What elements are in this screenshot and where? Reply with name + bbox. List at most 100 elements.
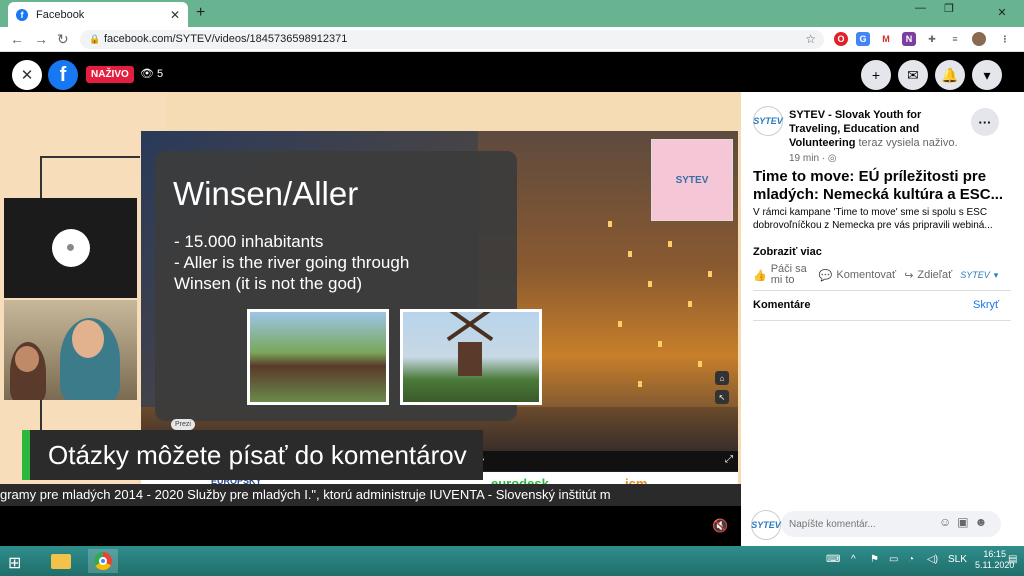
- video-player[interactable]: ✕ f NAŽIVO 👁 5 ● Winsen/Aller - 15.000 i…: [0, 52, 741, 546]
- comment-icon: 💬: [818, 269, 833, 282]
- post-author: SYTEV - Slovak Youth for Traveling, Educ…: [789, 108, 969, 150]
- share-icon: ↪: [904, 269, 914, 282]
- notifications-icon[interactable]: 🔔: [935, 60, 965, 90]
- lock-icon: 🔒: [89, 34, 101, 44]
- comment-button[interactable]: 💬 Komentovať: [819, 269, 896, 282]
- post-actions: 👍 Páči sa mi to 💬 Komentovať ↪ Zdieľať S…: [753, 262, 1015, 288]
- news-ticker: gramy pre mladých 2014 - 2020 Služby pre…: [0, 484, 741, 506]
- close-video-icon[interactable]: ✕: [12, 60, 42, 90]
- prezi-badge: Prezi: [171, 419, 195, 430]
- browser-tab[interactable]: f Facebook ✕: [8, 2, 188, 27]
- post-time[interactable]: 19 min: [789, 153, 819, 164]
- browser-toolbar: ← → ↻ 🔒 facebook.com/SYTEV/videos/184573…: [0, 27, 1024, 52]
- restore-icon[interactable]: ❐: [944, 2, 954, 15]
- caption-banner: Otázky môžete písať do komentárov: [22, 430, 483, 480]
- panel-header: + ✉ 🔔 ▾: [741, 52, 1024, 92]
- close-window-icon[interactable]: ✕: [980, 0, 1024, 25]
- divider: [753, 320, 1011, 321]
- user-placeholder-icon: ●: [51, 229, 90, 267]
- post-as-selector[interactable]: SYTEV ▾: [960, 270, 998, 281]
- comment-label: Komentovať: [836, 269, 897, 281]
- viewer-count: 👁 5: [140, 67, 164, 81]
- share-button[interactable]: ↪ Zdieľať: [904, 269, 952, 282]
- divider: [753, 290, 1011, 291]
- emoji-icon[interactable]: ☺: [939, 515, 957, 529]
- comments-header: Komentáre: [753, 299, 811, 311]
- reload-icon[interactable]: ↻: [57, 31, 69, 48]
- tray-chevron-icon[interactable]: ^: [851, 554, 856, 565]
- slide-title: Winsen/Aller: [173, 175, 359, 212]
- volume-icon[interactable]: ◁): [927, 554, 938, 565]
- hide-comments-link[interactable]: Skryť: [973, 299, 999, 311]
- keyboard-icon[interactable]: ⌨: [826, 554, 840, 565]
- post-title: Time to move: EÚ príležitosti pre mladýc…: [753, 168, 1004, 203]
- tab-title: Facebook: [36, 8, 85, 21]
- participant-2-face: [72, 320, 104, 358]
- profile-avatar[interactable]: [972, 32, 986, 46]
- slide-photo-windmill: [400, 309, 542, 405]
- participant-camera: [4, 300, 137, 400]
- battery-icon[interactable]: ▭: [889, 554, 898, 565]
- post-as-avatar: SYTEV: [960, 270, 990, 280]
- reading-list-icon[interactable]: ≡: [948, 32, 962, 46]
- gif-icon[interactable]: ▣: [957, 515, 974, 529]
- facebook-logo-icon[interactable]: f: [48, 60, 78, 90]
- slide-photo-house: [247, 309, 389, 405]
- live-status-text: teraz vysiela naživo.: [858, 137, 958, 149]
- commenter-avatar: SYTEV: [751, 510, 781, 540]
- slide-bullets: - 15.000 inhabitants - Aller is the rive…: [174, 231, 409, 294]
- forward-icon[interactable]: →: [34, 31, 48, 47]
- gmail-extension-icon[interactable]: M: [879, 32, 893, 46]
- page-avatar[interactable]: SYTEV: [753, 106, 783, 136]
- flag-icon[interactable]: ⚑: [870, 554, 879, 565]
- like-label: Páči sa mi to: [770, 263, 807, 286]
- create-icon[interactable]: +: [861, 60, 891, 90]
- sticker-icon[interactable]: ☻: [975, 515, 994, 529]
- viewer-count-value: 5: [156, 67, 164, 80]
- like-button[interactable]: 👍 Páči sa mi to: [753, 264, 811, 286]
- mute-icon[interactable]: 🔇: [712, 518, 728, 534]
- messenger-icon[interactable]: ✉: [898, 60, 928, 90]
- pointer-control-icon[interactable]: ↖: [715, 390, 729, 404]
- file-explorer-icon[interactable]: [46, 549, 76, 573]
- presentation-slide: Winsen/Aller - 15.000 inhabitants - Alle…: [141, 131, 738, 477]
- back-icon[interactable]: ←: [10, 31, 24, 47]
- address-bar[interactable]: 🔒 facebook.com/SYTEV/videos/184573659891…: [80, 30, 824, 49]
- like-icon: 👍: [753, 269, 767, 282]
- live-badge: NAŽIVO: [86, 66, 134, 83]
- url-text: facebook.com/SYTEV/videos/18457365989123…: [104, 33, 348, 45]
- language-indicator[interactable]: SLK: [948, 554, 967, 565]
- windows-start-icon[interactable]: ⊞: [8, 553, 21, 573]
- home-control-icon[interactable]: ⌂: [715, 371, 729, 385]
- extensions-puzzle-icon[interactable]: ✚: [925, 32, 939, 46]
- onenote-extension-icon[interactable]: N: [902, 32, 916, 46]
- slide-bullet: - 15.000 inhabitants: [174, 232, 324, 251]
- account-menu-icon[interactable]: ▾: [972, 60, 1002, 90]
- slide-bullet: Winsen (it is not the god): [174, 274, 363, 293]
- chrome-taskbar-icon[interactable]: [88, 549, 118, 573]
- more-options-button[interactable]: ···: [971, 108, 999, 136]
- chrome-menu-icon[interactable]: ⋮: [998, 32, 1012, 46]
- video-top-bar: ✕ f NAŽIVO 👁 5: [0, 52, 741, 92]
- translate-extension-icon[interactable]: G: [856, 32, 870, 46]
- windows-taskbar: ⊞ ⌨ ^ ⚑ ▭ ◔ ◁) SLK 16:15 5.11.2020 ▤: [0, 546, 1024, 576]
- sytev-logo-badge: SYTEV: [651, 139, 733, 221]
- bookmark-star-icon[interactable]: ☆: [805, 30, 816, 49]
- fullscreen-icon[interactable]: ⤢: [725, 454, 733, 465]
- new-tab-button[interactable]: +: [196, 4, 205, 22]
- tab-close-icon[interactable]: ✕: [170, 8, 180, 22]
- facebook-favicon-icon: f: [16, 8, 28, 21]
- minimize-icon[interactable]: —: [915, 2, 926, 14]
- slide-bullet: - Aller is the river going through: [174, 253, 410, 272]
- adblock-extension-icon[interactable]: O: [834, 32, 848, 46]
- participant-1-face: [15, 346, 39, 372]
- post-description: V rámci kampane 'Time to move' sme si sp…: [753, 207, 993, 231]
- share-label: Zdieľať: [917, 269, 953, 281]
- camera-placeholder: ●: [4, 198, 137, 298]
- show-more-link[interactable]: Zobraziť viac: [753, 246, 822, 258]
- eye-icon: 👁: [140, 68, 154, 80]
- notification-center-icon[interactable]: ▤: [1008, 554, 1017, 565]
- wifi-icon[interactable]: ◔: [908, 554, 914, 565]
- post-panel: + ✉ 🔔 ▾ SYTEV SYTEV - Slovak Youth for T…: [741, 52, 1024, 546]
- browser-tab-bar: f Facebook ✕ + — ❐ ✕: [0, 0, 1024, 27]
